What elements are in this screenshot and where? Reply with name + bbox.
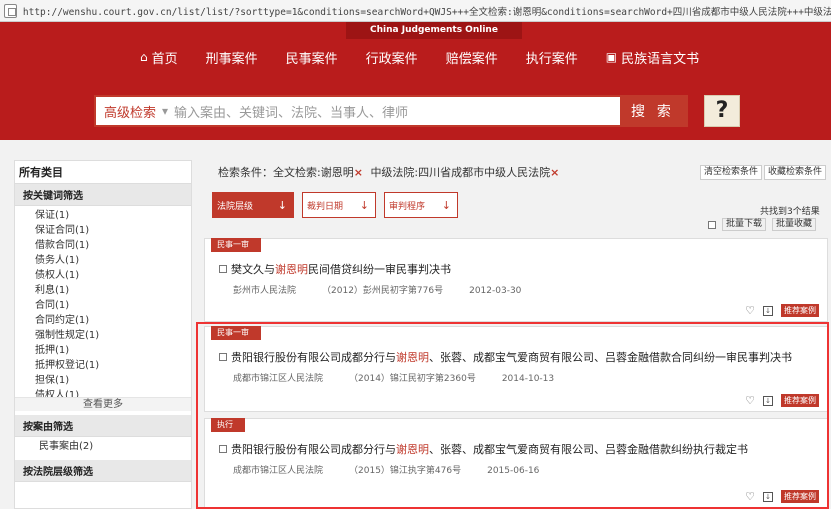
arrow-down-icon: ↓	[441, 198, 451, 212]
result-title[interactable]: 贵阳银行股份有限公司成都分行与 谢恩明 、张蓉、成都宝气爱商贸有限公司、吕蓉金融借款…	[219, 349, 792, 365]
nav-enforcement[interactable]: 执行案件	[512, 46, 592, 68]
search-button[interactable]: 搜 索	[620, 97, 686, 125]
result-actions: ♡ ↓ 推荐案例	[745, 304, 819, 317]
keyword-item[interactable]: 保证合同(1)	[35, 223, 191, 238]
sidebar-title: 所有类目	[15, 161, 191, 184]
result-count: 共找到3个结果	[760, 207, 820, 217]
site-brand: China Judgements Online	[346, 22, 522, 39]
keyword-item[interactable]: 债权人(1)	[35, 388, 191, 397]
search-bar: 高级检索 ▾ 输入案由、关键词、法院、当事人、律师 搜 索	[94, 95, 688, 127]
search-input[interactable]: 输入案由、关键词、法院、当事人、律师	[174, 102, 686, 121]
filter-sidebar: 所有类目 按关键词筛选 保证(1) 保证合同(1) 借款合同(1) 债务人(1)…	[14, 160, 192, 509]
url-text[interactable]: http://wenshu.court.gov.cn/list/list/?so…	[23, 4, 831, 18]
result-title[interactable]: 樊文久与 谢恩明 民间借贷纠纷一审民事判决书	[219, 261, 451, 277]
keyword-item[interactable]: 抵押权登记(1)	[35, 358, 191, 373]
sort-date-button[interactable]: 裁判日期 ↓	[302, 192, 376, 218]
address-bar[interactable]: http://wenshu.court.gov.cn/list/list/?so…	[0, 0, 831, 22]
nav-criminal[interactable]: 刑事案件	[192, 46, 272, 68]
keyword-item[interactable]: 债务人(1)	[35, 253, 191, 268]
search-criteria: 检索条件：全文检索:谢恩明× 中级法院:四川省成都市中级人民法院×	[218, 164, 563, 180]
heart-icon[interactable]: ♡	[745, 490, 755, 503]
case-type-tag: 民事一审	[211, 238, 261, 252]
cause-item[interactable]: 民事案由(2)	[39, 439, 191, 454]
download-icon[interactable]: ↓	[763, 305, 773, 316]
heart-icon[interactable]: ♡	[745, 394, 755, 407]
download-icon[interactable]: ↓	[763, 491, 773, 502]
keyword-item[interactable]: 担保(1)	[35, 373, 191, 388]
sort-procedure-button[interactable]: 审判程序 ↓	[384, 192, 458, 218]
criteria-court: 中级法院:四川省成都市中级人民法院	[370, 166, 551, 179]
court-level-filter-heading[interactable]: 按法院层级筛选	[15, 460, 191, 482]
keyword-item[interactable]: 强制性规定(1)	[35, 328, 191, 343]
result-meta: 成都市锦江区人民法院 （2015）锦江执字第476号 2015-06-16	[233, 466, 540, 476]
keyword-item[interactable]: 利息(1)	[35, 283, 191, 298]
case-type-tag: 民事一审	[211, 326, 261, 340]
keyword-item[interactable]: 合同约定(1)	[35, 313, 191, 328]
save-criteria-button[interactable]: 收藏检索条件	[764, 165, 827, 180]
nav-compensation[interactable]: 赔偿案件	[432, 46, 512, 68]
criteria-keyword: 检索条件：全文检索:谢恩明	[218, 166, 354, 179]
show-more-link[interactable]: 查看更多	[15, 397, 191, 411]
chevron-down-icon: ▾	[162, 104, 169, 118]
remove-criteria-icon[interactable]: ×	[354, 166, 363, 179]
keyword-filter-heading[interactable]: 按关键词筛选	[15, 184, 191, 206]
result-card: 民事一审 贵阳银行股份有限公司成都分行与 谢恩明 、张蓉、成都宝气爱商贸有限公司、吕…	[204, 326, 828, 412]
keyword-list: 保证(1) 保证合同(1) 借款合同(1) 债务人(1) 债权人(1) 利息(1…	[15, 206, 191, 397]
select-all-checkbox[interactable]	[708, 220, 716, 229]
nav-administrative[interactable]: 行政案件	[352, 46, 432, 68]
recommend-button[interactable]: 推荐案例	[781, 304, 819, 317]
arrow-down-icon: ↓	[277, 198, 287, 212]
result-card: 民事一审 樊文久与 谢恩明 民间借贷纠纷一审民事判决书 彭州市人民法院 （2012）彭…	[204, 238, 828, 322]
help-button[interactable]: ?	[704, 95, 740, 127]
nav-civil[interactable]: 民事案件	[272, 46, 352, 68]
bookmark-icon: ▣	[605, 50, 618, 64]
download-icon[interactable]: ↓	[763, 395, 773, 406]
keyword-item[interactable]: 债权人(1)	[35, 268, 191, 283]
advanced-search-link[interactable]: 高级检索	[96, 102, 156, 121]
result-actions: ♡ ↓ 推荐案例	[745, 490, 819, 503]
case-type-tag: 执行	[211, 418, 245, 432]
batch-download-button[interactable]: 批量下载	[722, 218, 767, 231]
home-icon: ⌂	[140, 50, 148, 64]
cause-list: 民事案由(2)	[15, 437, 191, 454]
result-card: 执行 贵阳银行股份有限公司成都分行与 谢恩明 、张蓉、成都宝气爱商贸有限公司、吕蓉金…	[204, 418, 828, 508]
arrow-down-icon: ↓	[359, 198, 369, 212]
main-nav: ⌂ 首页 刑事案件 民事案件 行政案件 赔偿案件 执行案件 ▣ 民族语言文书	[126, 46, 713, 68]
batch-actions: 批量下载 批量收藏	[708, 218, 817, 231]
clear-criteria-button[interactable]: 清空检索条件	[700, 165, 763, 180]
page-icon	[4, 3, 17, 18]
result-meta: 彭州市人民法院 （2012）彭州民初字第776号 2012-03-30	[233, 286, 522, 296]
keyword-item[interactable]: 抵押(1)	[35, 343, 191, 358]
batch-save-button[interactable]: 批量收藏	[772, 218, 817, 231]
result-checkbox[interactable]	[219, 353, 227, 361]
remove-criteria-icon[interactable]: ×	[550, 166, 559, 179]
keyword-item[interactable]: 借款合同(1)	[35, 238, 191, 253]
result-checkbox[interactable]	[219, 265, 227, 273]
cause-filter-heading[interactable]: 按案由筛选	[15, 415, 191, 437]
results-panel: 检索条件：全文检索:谢恩明× 中级法院:四川省成都市中级人民法院× 清空检索条件…	[200, 160, 830, 509]
result-actions: ♡ ↓ 推荐案例	[745, 394, 819, 407]
result-meta: 成都市锦江区人民法院 （2014）锦江民初字第2360号 2014-10-13	[233, 374, 555, 384]
result-checkbox[interactable]	[219, 445, 227, 453]
nav-ethnic-language[interactable]: ▣ 民族语言文书	[592, 46, 713, 68]
recommend-button[interactable]: 推荐案例	[781, 490, 819, 503]
sort-court-level-button[interactable]: 法院层级 ↓	[212, 192, 294, 218]
result-title[interactable]: 贵阳银行股份有限公司成都分行与 谢恩明 、张蓉、成都宝气爱商贸有限公司、吕蓉金融借款…	[219, 441, 748, 457]
nav-home[interactable]: ⌂ 首页	[126, 46, 192, 68]
keyword-item[interactable]: 保证(1)	[35, 208, 191, 223]
heart-icon[interactable]: ♡	[745, 304, 755, 317]
recommend-button[interactable]: 推荐案例	[781, 394, 819, 407]
keyword-item[interactable]: 合同(1)	[35, 298, 191, 313]
